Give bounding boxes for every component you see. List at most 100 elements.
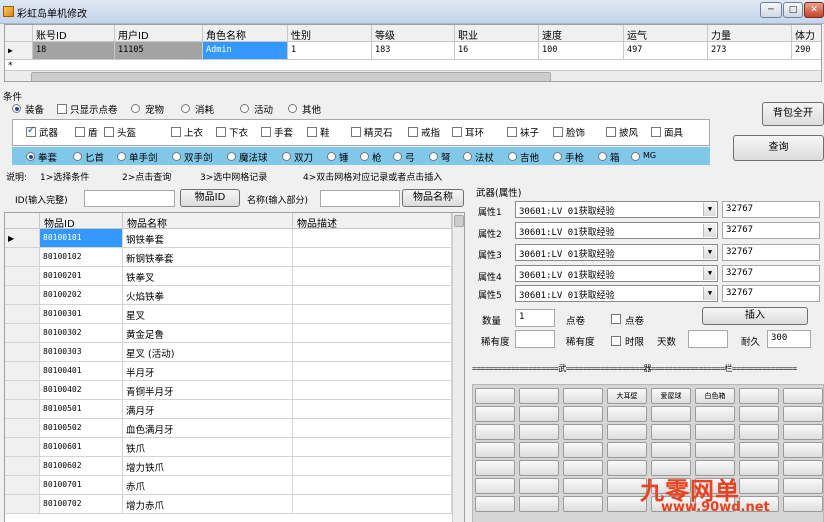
- item-id[interactable]: 80100202: [40, 286, 123, 305]
- equip-slot[interactable]: [563, 424, 603, 440]
- vertical-scrollbar[interactable]: [452, 213, 464, 522]
- radio-label[interactable]: 匕首: [85, 150, 104, 164]
- chevron-down-icon[interactable]: ▼: [703, 224, 716, 237]
- item-id[interactable]: 80100702: [40, 495, 123, 514]
- checkbox-label[interactable]: 披风: [619, 125, 638, 139]
- radio-weapon-type[interactable]: [327, 152, 336, 161]
- equip-slot[interactable]: [651, 442, 691, 458]
- cell-gender[interactable]: 1: [288, 42, 372, 60]
- item-id[interactable]: 80100602: [40, 457, 123, 476]
- item-grid[interactable]: 物品ID 物品名称 物品描述 ▶ 80100101 钢铁拳套 80100102 …: [4, 212, 465, 522]
- equip-slot[interactable]: [519, 406, 559, 422]
- item-name[interactable]: 铁拳叉: [123, 267, 293, 286]
- radio-label[interactable]: 枪: [372, 150, 382, 164]
- item-name[interactable]: 半月牙: [123, 362, 293, 381]
- item-name[interactable]: 铁爪: [123, 438, 293, 457]
- item-name[interactable]: 青铜半月牙: [123, 381, 293, 400]
- checkbox-face[interactable]: [553, 127, 563, 137]
- equip-slot[interactable]: [519, 388, 559, 404]
- column-header[interactable]: 运气: [624, 25, 708, 42]
- equip-slot[interactable]: 白色箱: [695, 388, 735, 404]
- close-button[interactable]: ✕: [804, 2, 824, 18]
- attr-value-input[interactable]: 32767: [722, 265, 820, 282]
- radio-label[interactable]: 拳套: [38, 150, 57, 164]
- radio-label[interactable]: 单手剑: [129, 150, 158, 164]
- scrollbar-thumb[interactable]: [31, 72, 551, 81]
- equip-slot[interactable]: [475, 460, 515, 476]
- item-desc[interactable]: [293, 305, 452, 324]
- attr-value-input[interactable]: 32767: [722, 285, 820, 302]
- checkbox-label[interactable]: 武器: [39, 125, 58, 139]
- checkbox-shoes[interactable]: [307, 127, 317, 137]
- maximize-button[interactable]: □: [783, 2, 803, 18]
- equip-slot[interactable]: [563, 496, 603, 512]
- checkbox-bottom[interactable]: [216, 127, 226, 137]
- table-row[interactable]: 80100201 铁拳叉: [5, 267, 452, 286]
- chevron-down-icon[interactable]: ▼: [703, 203, 716, 216]
- checkbox-helmet[interactable]: [104, 127, 114, 137]
- checkbox-label[interactable]: 袜子: [520, 125, 539, 139]
- table-row[interactable]: 80100402 青铜半月牙: [5, 381, 452, 400]
- equip-slot[interactable]: [783, 406, 823, 422]
- item-name[interactable]: 新钢铁拳套: [123, 248, 293, 267]
- item-id[interactable]: 80100401: [40, 362, 123, 381]
- cell-luck[interactable]: 497: [624, 42, 708, 60]
- equip-slot[interactable]: [739, 478, 779, 494]
- item-name[interactable]: 增力赤爪: [123, 495, 293, 514]
- item-name[interactable]: 星叉: [123, 305, 293, 324]
- radio-pet-label[interactable]: 宠物: [145, 102, 164, 116]
- scrollbar-thumb[interactable]: [454, 215, 464, 227]
- equip-slot[interactable]: [739, 424, 779, 440]
- radio-label[interactable]: 锤: [339, 150, 349, 164]
- equip-slot[interactable]: [607, 406, 647, 422]
- radio-label[interactable]: MG: [643, 151, 656, 160]
- radio-weapon-type[interactable]: [393, 152, 402, 161]
- equip-slot[interactable]: [783, 442, 823, 458]
- table-row[interactable]: 80100303 星叉 (活动): [5, 343, 452, 362]
- chevron-down-icon[interactable]: ▼: [703, 246, 716, 259]
- equip-slot[interactable]: [563, 406, 603, 422]
- item-name[interactable]: 满月牙: [123, 400, 293, 419]
- item-name[interactable]: 钢铁拳套: [123, 229, 293, 248]
- attr-select[interactable]: 30601:LV 01获取经验 ▼: [515, 244, 718, 261]
- item-name[interactable]: 黄金足鲁: [123, 324, 293, 343]
- radio-weapon-type[interactable]: [26, 152, 35, 161]
- equip-slot[interactable]: [519, 496, 559, 512]
- checkbox-label[interactable]: 鞋: [320, 125, 330, 139]
- equip-slot[interactable]: [519, 424, 559, 440]
- timelimit-checkbox[interactable]: [611, 336, 621, 346]
- item-desc[interactable]: [293, 324, 452, 343]
- equip-slot[interactable]: [475, 388, 515, 404]
- cell-speed[interactable]: 100: [539, 42, 624, 60]
- checkbox-label[interactable]: 下衣: [229, 125, 248, 139]
- item-name[interactable]: 增力铁爪: [123, 457, 293, 476]
- equip-slot[interactable]: 大耳壁: [607, 388, 647, 404]
- radio-weapon-type[interactable]: [429, 152, 438, 161]
- table-row[interactable]: 80100401 半月牙: [5, 362, 452, 381]
- checkbox-gloves[interactable]: [261, 127, 271, 137]
- cell-job[interactable]: 16: [455, 42, 539, 60]
- checkbox-label[interactable]: 上衣: [184, 125, 203, 139]
- radio-weapon-type[interactable]: [553, 152, 562, 161]
- table-row[interactable]: 80100502 血色满月牙: [5, 419, 452, 438]
- equip-slot[interactable]: [563, 460, 603, 476]
- checkbox-cape[interactable]: [606, 127, 616, 137]
- column-header[interactable]: 账号ID: [33, 25, 115, 42]
- equip-slot[interactable]: [783, 424, 823, 440]
- checkbox-earring[interactable]: [452, 127, 462, 137]
- attr-select[interactable]: 30601:LV 01获取经验 ▼: [515, 285, 718, 302]
- table-row[interactable]: 80100301 星叉: [5, 305, 452, 324]
- item-id[interactable]: 80100701: [40, 476, 123, 495]
- equip-slot[interactable]: [739, 388, 779, 404]
- radio-label[interactable]: 双刀: [294, 150, 313, 164]
- scroll-checkbox[interactable]: [611, 314, 621, 324]
- equip-slot[interactable]: [519, 442, 559, 458]
- equip-slot[interactable]: [695, 442, 735, 458]
- table-row[interactable]: 80100602 增力铁爪: [5, 457, 452, 476]
- cell-stamina[interactable]: 290: [792, 42, 821, 60]
- radio-other-label[interactable]: 其他: [302, 102, 321, 116]
- column-header[interactable]: 物品ID: [40, 213, 123, 230]
- equip-slot[interactable]: [695, 424, 735, 440]
- checkbox-weapon[interactable]: [26, 125, 36, 137]
- attr-select[interactable]: 30601:LV 01获取经验 ▼: [515, 222, 718, 239]
